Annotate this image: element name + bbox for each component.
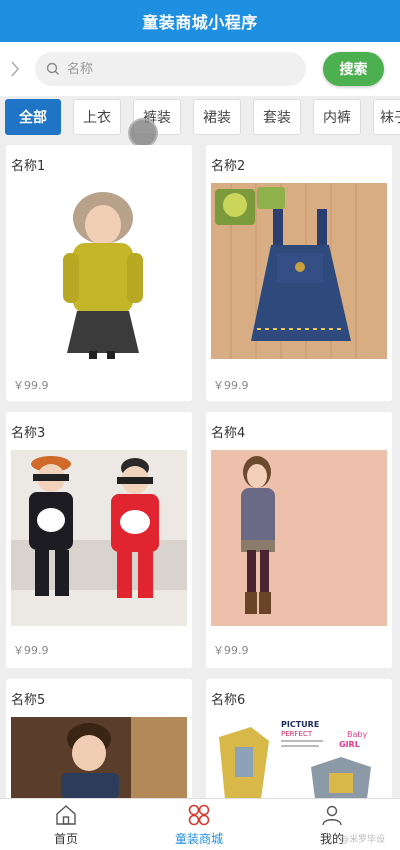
app-title: 童装商城小程序 (142, 13, 258, 32)
svg-text:PICTURE: PICTURE (281, 720, 319, 729)
product-card[interactable]: 名称1 ￥99.9 (6, 145, 192, 401)
product-price: ￥99.9 (213, 644, 249, 657)
product-name: 名称2 (211, 159, 246, 174)
watermark: @米罗毕设 (340, 835, 386, 845)
product-card[interactable]: 名称6 PICTURE PERFECT Baby GIRL (206, 679, 392, 809)
home-icon (56, 805, 76, 825)
nav-item-home[interactable]: 首页 (16, 803, 116, 849)
product-price: ￥99.9 (13, 379, 49, 392)
svg-text:Baby: Baby (347, 730, 367, 739)
product-image (11, 717, 187, 799)
product-image (211, 450, 387, 626)
nav-label: 首页 (53, 832, 78, 846)
search-bar: 搜索 (0, 42, 400, 96)
product-price: ￥99.9 (213, 379, 249, 392)
tab-skirts[interactable]: 裙装 (193, 99, 241, 135)
app-title-bar: 童装商城小程序 (0, 0, 400, 42)
product-card[interactable]: 名称3 ￥99.9 (6, 412, 192, 668)
product-name: 名称4 (211, 426, 246, 441)
user-icon (322, 805, 342, 826)
product-price: ￥99.9 (13, 644, 49, 657)
nav-label: 童装商城 (174, 832, 223, 846)
product-card[interactable]: 名称5 (6, 679, 192, 809)
product-name: 名称1 (11, 159, 46, 174)
tab-sets[interactable]: 套装 (253, 99, 301, 135)
svg-text:PERFECT: PERFECT (281, 730, 313, 738)
product-card[interactable]: 名称4 ￥99.9 (206, 412, 392, 668)
product-card[interactable]: 名称2 ￥99.9 (206, 145, 392, 401)
product-image (11, 183, 187, 359)
svg-text:GIRL: GIRL (339, 740, 360, 749)
tab-tops[interactable]: 上衣 (73, 99, 121, 135)
chevron-right-icon[interactable] (8, 58, 22, 80)
product-image: PICTURE PERFECT Baby GIRL (211, 717, 387, 799)
search-button[interactable]: 搜索 (323, 52, 384, 86)
mall-icon (188, 804, 210, 826)
tab-underwear[interactable]: 内裤 (313, 99, 361, 135)
search-icon (46, 62, 59, 75)
product-image (11, 450, 187, 626)
tab-all[interactable]: 全部 (5, 99, 61, 135)
touch-indicator (128, 118, 158, 148)
product-name: 名称6 (211, 693, 246, 708)
category-tabs: 全部 上衣 裤装 裙装 套装 内裤 袜子 (0, 97, 400, 137)
search-input[interactable] (67, 61, 287, 77)
tab-socks[interactable]: 袜子 (373, 99, 400, 135)
product-image (211, 183, 387, 359)
product-name: 名称3 (11, 426, 46, 441)
product-name: 名称5 (11, 693, 46, 708)
nav-item-mall[interactable]: 童装商城 (149, 803, 249, 849)
search-box[interactable] (35, 52, 306, 86)
